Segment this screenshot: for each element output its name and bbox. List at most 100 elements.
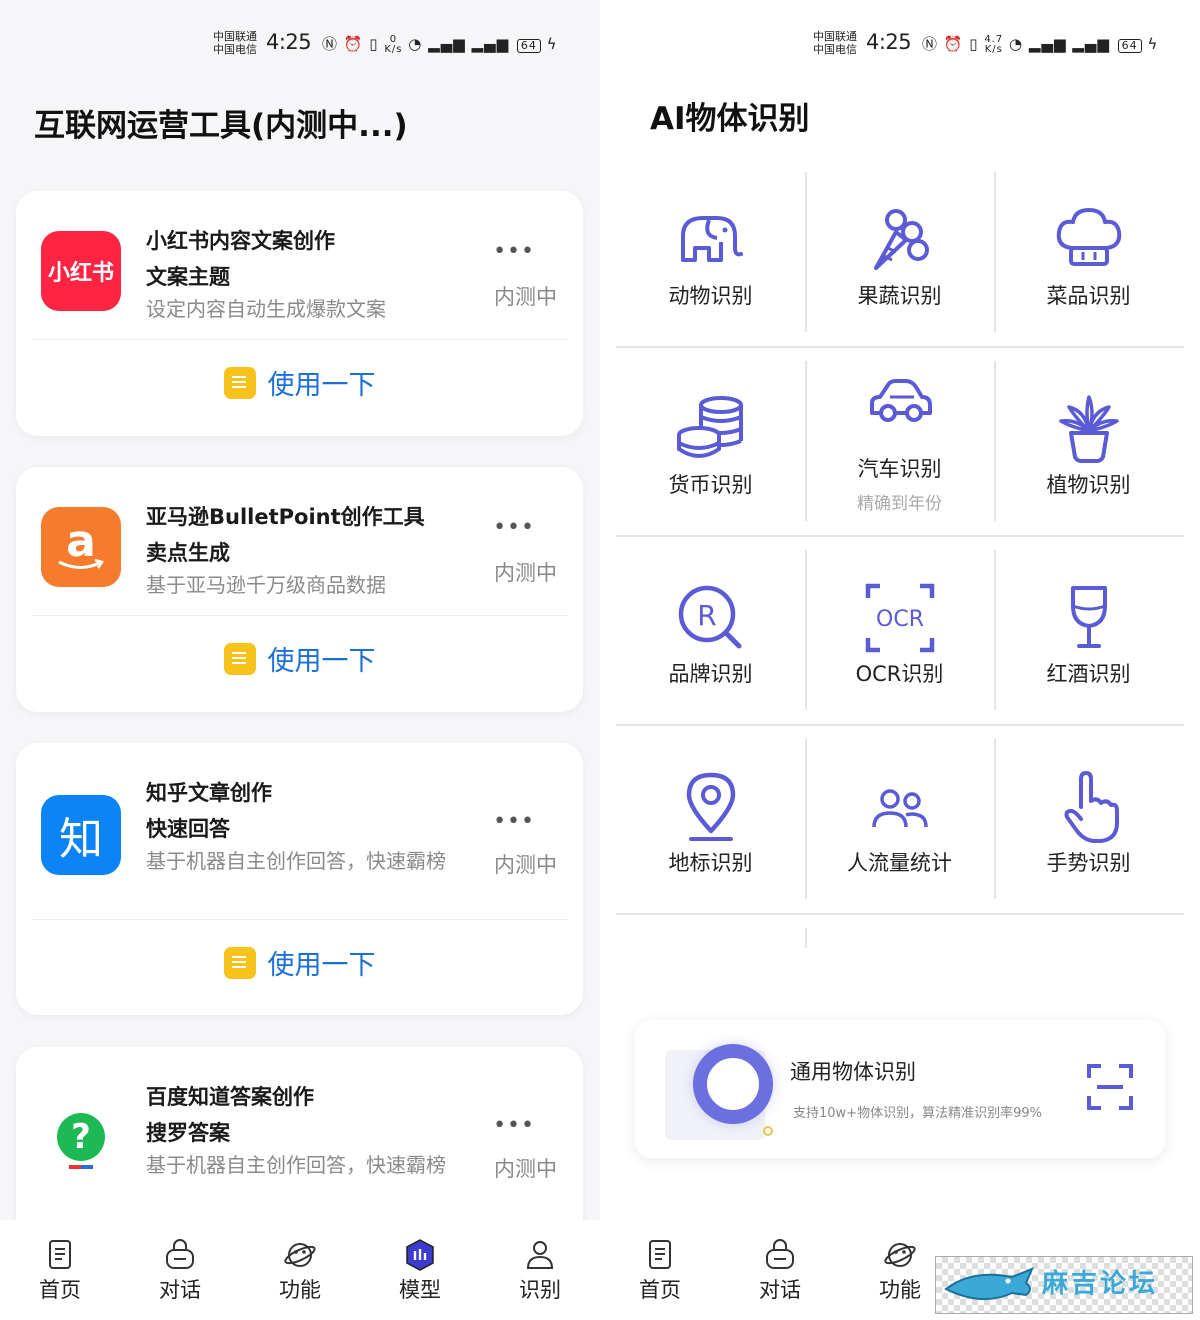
battery-icon: 64 <box>1117 39 1142 53</box>
grid-item-brand[interactable]: R 品牌识别 <box>616 550 805 739</box>
card-desc: 支持10w+物体识别，算法精准识别率99% <box>793 1106 1042 1121</box>
status-badge: 内测中 <box>494 285 557 309</box>
status-icons: Ⓝ ⏰ ▯ 4.7 K/s ◔ ▂▄▆ ▂▄▆ 64 ϟ <box>922 33 1158 55</box>
ocr-icon-text: OCR <box>876 607 924 632</box>
more-icon[interactable]: ••• <box>493 239 535 264</box>
nfc-icon: Ⓝ <box>322 35 339 53</box>
divider <box>31 339 568 340</box>
general-recognition-card[interactable]: 通用物体识别 支持10w+物体识别，算法精准识别率99% <box>635 1020 1165 1158</box>
nav-label: 首页 <box>639 1278 681 1302</box>
card-subtitle: 卖点生成 <box>146 541 230 565</box>
nav-item-model[interactable]: 模型 <box>380 1238 460 1304</box>
card-desc: 基于亚马逊千万级商品数据 <box>146 573 386 597</box>
model-icon <box>406 1239 434 1271</box>
chat-bag-icon <box>766 1239 794 1269</box>
nav-label: 模型 <box>399 1278 441 1302</box>
grid-item-gesture[interactable]: 手势识别 <box>994 739 1183 928</box>
card-desc: 基于机器自主创作回答，快速霸榜 <box>146 849 446 873</box>
carrier-labels: 中国联通 中国电信 <box>213 30 257 56</box>
bottom-nav: 首页 对话 功能 模型 识别 <box>0 1220 600 1320</box>
grid-item-plant[interactable]: 植物识别 <box>994 361 1183 550</box>
grid-item-label: 果蔬识别 <box>857 284 942 308</box>
grid-item-label: 货币识别 <box>668 473 753 497</box>
people-icon <box>872 789 928 828</box>
signal-icon: ▂▄▆ <box>428 35 466 53</box>
status-time: 4:25 <box>266 30 312 54</box>
card-subtitle: 搜罗答案 <box>146 1121 230 1145</box>
status-bar: 中国联通 中国电信 4:25 Ⓝ ⏰ ▯ 0 K/s ◔ ▂▄▆ ▂▄▆ 64 ϟ <box>0 28 600 62</box>
vibrate-icon: ▯ <box>969 35 979 53</box>
grid-item-label: 品牌识别 <box>668 662 753 686</box>
grid-item-landmark[interactable]: 地标识别 <box>616 739 805 928</box>
card-title: 小红书内容文案创作 <box>146 229 335 253</box>
nav-item-chat[interactable]: 对话 <box>140 1238 220 1304</box>
grid-divider <box>805 928 807 948</box>
location-pin-icon <box>686 772 736 841</box>
status-badge: 内测中 <box>494 561 557 585</box>
more-icon[interactable]: ••• <box>493 809 535 834</box>
grid-item-crowd[interactable]: 人流量统计 <box>805 739 994 928</box>
grid-item-animal[interactable]: 动物识别 <box>616 172 805 361</box>
nav-item-chat[interactable]: 对话 <box>740 1238 820 1304</box>
status-icons: Ⓝ ⏰ ▯ 0 K/s ◔ ▂▄▆ ▂▄▆ 64 ϟ <box>322 33 558 55</box>
grid-item-car[interactable]: 汽车识别 精确到年份 <box>805 361 994 550</box>
vibrate-icon: ▯ <box>369 35 379 53</box>
chat-bag-icon <box>166 1239 194 1269</box>
use-button[interactable]: 使用一下 <box>16 639 583 678</box>
card-title: 百度知道答案创作 <box>146 1085 314 1109</box>
left-screen: 中国联通 中国电信 4:25 Ⓝ ⏰ ▯ 0 K/s ◔ ▂▄▆ ▂▄▆ 64 ϟ… <box>0 0 600 1320</box>
user-icon <box>526 1241 554 1269</box>
grid-item-vegetable[interactable]: 果蔬识别 <box>805 172 994 361</box>
card-title: 亚马逊BulletPoint创作工具 <box>146 505 425 529</box>
wine-glass-icon <box>1071 586 1107 648</box>
nav-item-recognize[interactable]: 识别 <box>500 1238 580 1304</box>
grid-item-ocr[interactable]: OCR OCR识别 <box>805 550 994 739</box>
speed-unit: K/s <box>984 43 1003 55</box>
more-icon[interactable]: ••• <box>493 515 535 540</box>
scan-icon[interactable] <box>1087 1064 1133 1110</box>
status-badge: 内测中 <box>494 1157 557 1181</box>
divider <box>31 919 568 920</box>
grid-item-label: 菜品识别 <box>1046 284 1131 308</box>
nfc-icon: Ⓝ <box>922 35 939 53</box>
status-bar: 中国联通 中国电信 4:25 Ⓝ ⏰ ▯ 4.7 K/s ◔ ▂▄▆ ▂▄▆ 64… <box>600 28 1200 62</box>
ocr-icon: OCR <box>865 583 935 653</box>
nav-item-features[interactable]: 功能 <box>260 1238 340 1304</box>
alarm-icon: ⏰ <box>943 35 964 53</box>
forum-watermark: 麻吉论坛 <box>935 1256 1193 1314</box>
more-icon[interactable]: ••• <box>493 1113 535 1138</box>
carrier-2: 中国电信 <box>813 43 857 56</box>
nav-item-features[interactable]: 功能 <box>860 1238 940 1304</box>
page-title: AI物体识别 <box>650 101 810 137</box>
vegetable-icon <box>874 209 929 270</box>
card-title: 通用物体识别 <box>790 1060 916 1084</box>
potted-plant-icon <box>1059 395 1119 463</box>
nav-item-home[interactable]: 首页 <box>620 1238 700 1304</box>
grid-item-wine[interactable]: 红酒识别 <box>994 550 1183 739</box>
grid-item-label: 植物识别 <box>1046 473 1131 497</box>
dot-accent <box>763 1126 773 1136</box>
grid-item-dish[interactable]: 菜品识别 <box>994 172 1183 361</box>
carrier-2: 中国电信 <box>213 43 257 56</box>
grid-item-currency[interactable]: 货币识别 <box>616 361 805 550</box>
coins-icon <box>677 396 743 458</box>
logo-accent-blue <box>81 1165 93 1169</box>
chef-hat-icon <box>1056 208 1122 266</box>
nav-label: 识别 <box>519 1278 561 1302</box>
speed-unit: K/s <box>384 43 403 55</box>
use-button[interactable]: 使用一下 <box>16 363 583 402</box>
page-title: 互联网运营工具(内测中...) <box>34 108 408 144</box>
nav-item-home[interactable]: 首页 <box>20 1238 100 1304</box>
planet-icon <box>284 1243 316 1267</box>
use-button[interactable]: 使用一下 <box>16 943 583 982</box>
note-icon <box>223 642 256 675</box>
grid-item-label: OCR识别 <box>855 662 944 686</box>
signal-5g-icon: ▂▄▆ <box>1072 35 1110 53</box>
wifi-icon: ◔ <box>1009 35 1024 53</box>
nav-label: 首页 <box>39 1278 81 1302</box>
grid-item-sublabel: 精确到年份 <box>857 494 942 514</box>
question-icon: ? <box>57 1113 105 1161</box>
network-speed: 4.7 K/s <box>984 34 1003 55</box>
shark-logo-icon <box>944 1267 1034 1301</box>
carrier-1: 中国联通 <box>813 30 857 43</box>
